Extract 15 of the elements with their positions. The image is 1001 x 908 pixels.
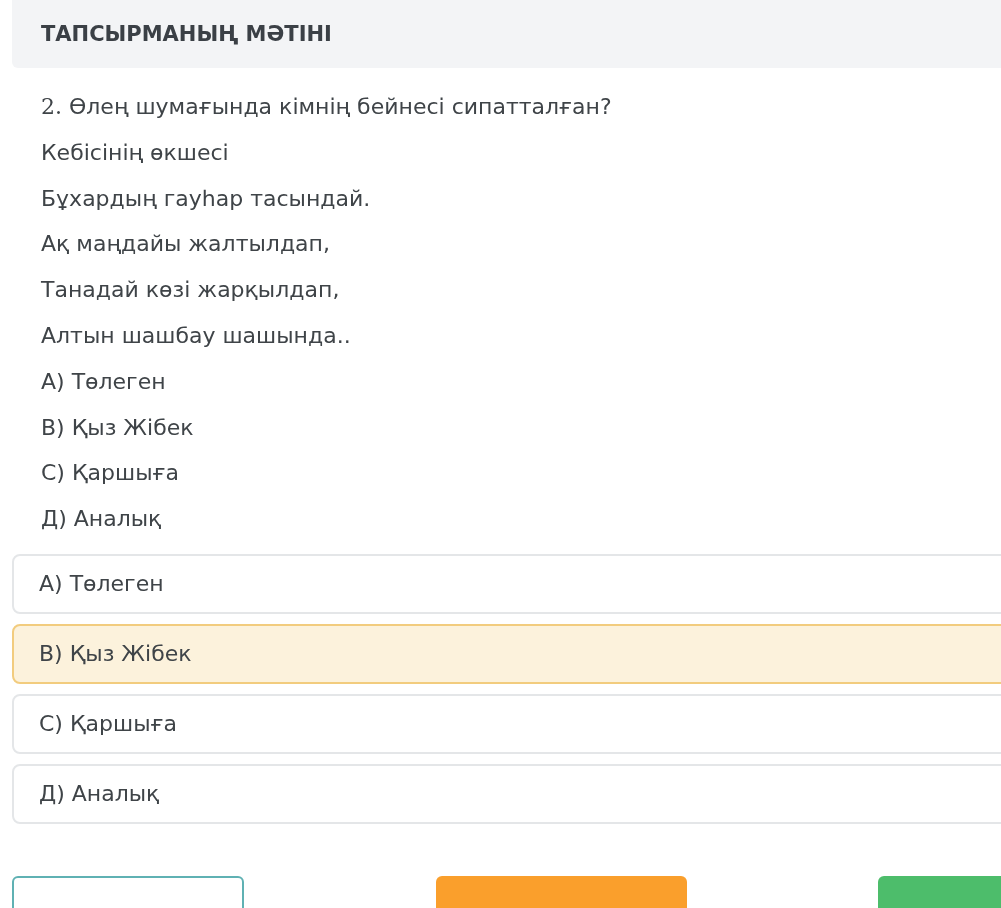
answer-option[interactable]: С) Қаршыға (12, 693, 1001, 754)
answer-option[interactable]: В) Қыз Жібек (12, 623, 1001, 684)
question-line: Алтын шашбау шашында.. (41, 322, 352, 350)
answer-option[interactable]: А) Төлеген (12, 553, 1001, 614)
question-line: А) Төлеген (41, 367, 167, 396)
question-line: Д) Аналық (41, 505, 163, 534)
section-title: ТАПСЫРМАНЫҢ МӘТІНІ (41, 22, 332, 46)
question-line: Ақ маңдайы жалтылдап, (41, 230, 331, 259)
question-text: 2. Өлең шумағында кімнің бейнесі сипатталған? (41, 93, 613, 121)
question-line: Танадай көзі жарқылдап, (41, 276, 341, 305)
question-line: В) Қыз Жібек (41, 413, 195, 442)
question-line: Бұхардың гауһар тасындай. (41, 184, 372, 213)
question-line: С) Қаршыға (41, 459, 180, 488)
answer-option[interactable]: Д) Аналық (12, 763, 1001, 824)
question-line: Кебісінің өкшесі (41, 138, 230, 167)
